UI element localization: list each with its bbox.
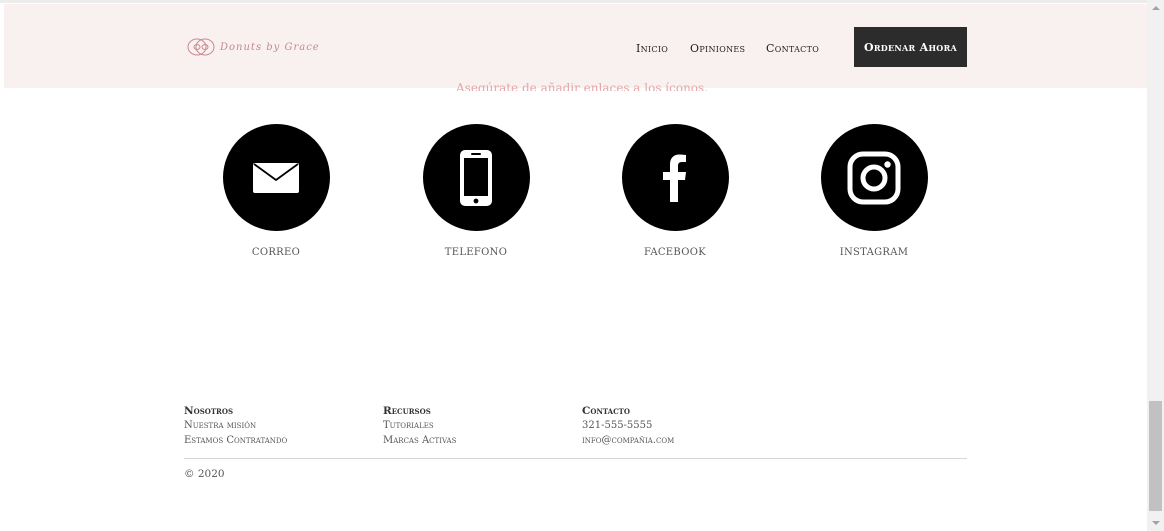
logo-text: Donuts by Grace (220, 41, 320, 53)
contact-item-mail: CORREO (206, 124, 346, 258)
section-subtitle: Asegúrate de añadir enlaces a los íconos… (456, 81, 708, 91)
contact-item-phone: TELEFONO (406, 124, 546, 258)
footer-link-marcas[interactable]: Marcas Activas (383, 435, 456, 450)
footer-link-contratando[interactable]: Estamos Contratando (184, 435, 287, 450)
nav-inicio[interactable]: Inicio (636, 42, 668, 55)
footer-heading: Recursos (383, 405, 431, 417)
footer-link-email[interactable]: info@compañia.com (582, 435, 674, 450)
copyright: © 2020 (184, 468, 225, 480)
footer-heading: Contacto (582, 405, 630, 417)
phone-label: TELEFONO (444, 247, 508, 258)
footer-column-recursos: Recursos Tutoriales Marcas Activas (383, 405, 456, 450)
page-top-border (0, 0, 1164, 3)
facebook-link[interactable] (621, 124, 729, 231)
instagram-link[interactable] (820, 124, 928, 231)
instagram-label: INSTAGRAM (839, 247, 909, 258)
contact-item-facebook: FACEBOOK (605, 124, 745, 258)
contact-item-instagram: INSTAGRAM (804, 124, 944, 258)
phone-link[interactable] (422, 124, 530, 231)
scrollbar-thumb[interactable] (1149, 401, 1162, 511)
footer-heading: Nosotros (184, 405, 234, 417)
facebook-icon (663, 154, 686, 202)
facebook-label: FACEBOOK (643, 247, 707, 258)
donut-logo-icon (187, 38, 215, 56)
site-header: Donuts by Grace Inicio Opiniones Contact… (4, 4, 1147, 88)
order-now-button[interactable]: Ordenar Ahora (854, 27, 967, 67)
phone-icon (460, 149, 492, 206)
footer-link-mision[interactable]: Nuestra misión (184, 420, 287, 435)
footer-column-contacto: Contacto 321-555-5555 info@compañia.com (582, 405, 674, 450)
nav-contacto[interactable]: Contacto (766, 42, 819, 55)
scroll-up-arrow-icon[interactable] (1152, 6, 1160, 10)
mail-icon (253, 162, 299, 193)
mail-link[interactable] (222, 124, 330, 231)
vertical-scrollbar[interactable] (1147, 0, 1164, 531)
instagram-icon (847, 151, 901, 204)
footer-link-tutoriales[interactable]: Tutoriales (383, 420, 456, 435)
footer-divider (184, 458, 967, 459)
nav-opiniones[interactable]: Opiniones (690, 42, 745, 55)
footer-column-nosotros: Nosotros Nuestra misión Estamos Contrata… (184, 405, 287, 450)
logo[interactable]: Donuts by Grace (186, 36, 320, 58)
scroll-down-arrow-icon[interactable] (1152, 521, 1160, 525)
footer-link-phone[interactable]: 321-555-5555 (582, 420, 674, 435)
mail-label: CORREO (251, 247, 301, 258)
